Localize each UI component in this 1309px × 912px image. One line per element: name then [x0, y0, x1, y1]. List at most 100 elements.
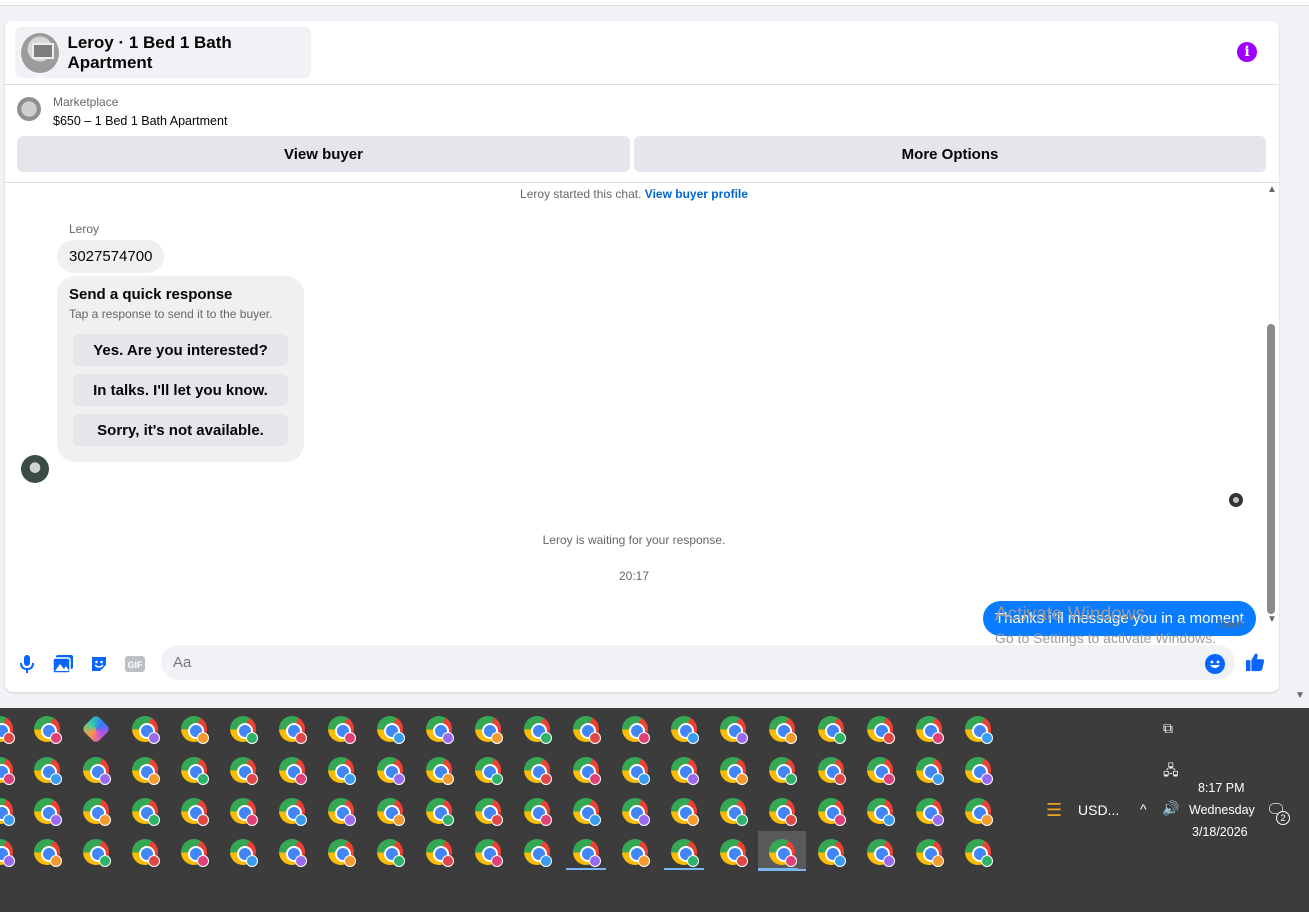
scroll-up-arrow-icon[interactable]: ▲ — [1267, 184, 1277, 195]
chrome-profile-icon[interactable] — [622, 716, 650, 744]
conversation-title-button[interactable]: Leroy · 1 Bed 1 Bath Apartment — [15, 27, 311, 78]
chrome-profile-icon[interactable] — [426, 798, 454, 826]
chrome-profile-icon[interactable] — [0, 716, 15, 744]
chrome-profile-icon[interactable] — [83, 798, 111, 826]
network-icon[interactable]: 🖧 — [1163, 760, 1179, 784]
chrome-profile-icon[interactable] — [475, 798, 503, 826]
emoji-icon[interactable] — [1205, 654, 1225, 674]
chrome-profile-icon[interactable] — [671, 716, 699, 744]
chrome-profile-icon[interactable] — [965, 798, 993, 826]
microphone-icon[interactable] — [17, 654, 37, 674]
chrome-profile-icon[interactable] — [818, 757, 846, 785]
scroll-down-arrow-icon[interactable]: ▼ — [1267, 614, 1277, 625]
chrome-profile-icon[interactable] — [132, 798, 160, 826]
chrome-profile-icon[interactable] — [573, 839, 601, 867]
chrome-profile-icon[interactable] — [132, 757, 160, 785]
clock-time[interactable]: 8:17 PM — [1198, 781, 1245, 795]
chrome-profile-icon[interactable] — [671, 798, 699, 826]
chrome-profile-icon[interactable] — [230, 798, 258, 826]
chrome-profile-icon[interactable] — [671, 839, 699, 867]
chrome-profile-icon[interactable] — [622, 798, 650, 826]
chrome-profile-icon[interactable] — [475, 839, 503, 867]
chrome-profile-icon[interactable] — [426, 757, 454, 785]
message-scrollbar[interactable]: ▲ ▼ — [1263, 184, 1279, 640]
chevron-up-icon[interactable]: ^ — [1140, 801, 1147, 817]
view-buyer-profile-link[interactable]: View buyer profile — [645, 187, 748, 201]
chrome-profile-icon[interactable] — [524, 839, 552, 867]
info-icon[interactable]: i — [1237, 42, 1257, 62]
chrome-profile-icon[interactable] — [377, 798, 405, 826]
chrome-profile-icon[interactable] — [867, 798, 895, 826]
chrome-profile-icon[interactable] — [720, 839, 748, 867]
clock-date[interactable]: 3/18/2026 — [1192, 825, 1248, 839]
volume-icon[interactable]: 🔊 — [1162, 800, 1179, 817]
scroll-thumb[interactable] — [1267, 324, 1275, 614]
chrome-profile-icon[interactable] — [720, 716, 748, 744]
chrome-profile-icon[interactable] — [475, 757, 503, 785]
chrome-profile-icon[interactable] — [867, 716, 895, 744]
chrome-profile-icon[interactable] — [524, 798, 552, 826]
photo-icon[interactable] — [53, 654, 73, 674]
chrome-profile-icon[interactable] — [818, 716, 846, 744]
chrome-profile-icon[interactable] — [83, 757, 111, 785]
gif-icon[interactable]: GIF — [125, 654, 145, 674]
chrome-profile-icon[interactable] — [377, 839, 405, 867]
chrome-profile-icon[interactable] — [279, 716, 307, 744]
copilot-icon[interactable] — [81, 714, 111, 744]
chrome-profile-icon[interactable] — [769, 716, 797, 744]
page-scroll-down-icon[interactable]: ▼ — [1295, 690, 1305, 701]
quick-response-option[interactable]: In talks. I'll let you know. — [73, 374, 288, 406]
chrome-profile-icon[interactable] — [475, 716, 503, 744]
chrome-profile-icon[interactable] — [181, 798, 209, 826]
chrome-profile-icon[interactable] — [132, 716, 160, 744]
chrome-profile-icon[interactable] — [573, 798, 601, 826]
currency-widget[interactable]: USD... — [1078, 802, 1119, 818]
chrome-profile-icon[interactable] — [916, 839, 944, 867]
chrome-profile-icon[interactable] — [769, 798, 797, 826]
chrome-profile-icon[interactable] — [0, 798, 15, 826]
view-buyer-button[interactable]: View buyer — [17, 136, 630, 172]
chrome-profile-icon[interactable] — [230, 757, 258, 785]
quick-response-option[interactable]: Yes. Are you interested? — [73, 334, 288, 366]
chrome-profile-icon[interactable] — [328, 798, 356, 826]
chrome-profile-icon[interactable] — [720, 798, 748, 826]
chrome-profile-icon[interactable] — [671, 757, 699, 785]
chrome-profile-icon[interactable] — [769, 839, 797, 867]
chrome-profile-icon[interactable] — [377, 757, 405, 785]
chrome-profile-icon[interactable] — [279, 757, 307, 785]
chrome-profile-icon[interactable] — [328, 839, 356, 867]
chrome-profile-icon[interactable] — [916, 716, 944, 744]
chrome-profile-icon[interactable] — [328, 716, 356, 744]
sender-avatar[interactable] — [21, 455, 49, 483]
chrome-profile-icon[interactable] — [965, 716, 993, 744]
sticker-icon[interactable] — [89, 654, 109, 674]
chrome-profile-icon[interactable] — [279, 839, 307, 867]
chrome-profile-icon[interactable] — [34, 839, 62, 867]
chrome-profile-icon[interactable] — [181, 839, 209, 867]
chrome-profile-icon[interactable] — [916, 798, 944, 826]
chrome-profile-icon[interactable] — [573, 716, 601, 744]
chrome-profile-icon[interactable] — [377, 716, 405, 744]
chrome-profile-icon[interactable] — [328, 757, 356, 785]
chrome-profile-icon[interactable] — [622, 839, 650, 867]
quick-response-option[interactable]: Sorry, it's not available. — [73, 414, 288, 446]
chrome-profile-icon[interactable] — [34, 757, 62, 785]
chrome-profile-icon[interactable] — [622, 757, 650, 785]
chrome-profile-icon[interactable] — [34, 716, 62, 744]
chrome-profile-icon[interactable] — [0, 757, 15, 785]
chrome-profile-icon[interactable] — [867, 839, 895, 867]
chrome-profile-icon[interactable] — [279, 798, 307, 826]
chrome-profile-icon[interactable] — [867, 757, 895, 785]
chrome-profile-icon[interactable] — [426, 839, 454, 867]
chrome-profile-icon[interactable] — [0, 839, 15, 867]
listing-summary[interactable]: $650 – 1 Bed 1 Bath Apartment — [53, 114, 227, 128]
chrome-profile-icon[interactable] — [818, 798, 846, 826]
chrome-profile-icon[interactable] — [181, 716, 209, 744]
chrome-profile-icon[interactable] — [83, 839, 111, 867]
currency-widget-icon[interactable]: ☰ — [1046, 800, 1062, 821]
chrome-profile-icon[interactable] — [181, 757, 209, 785]
chrome-profile-icon[interactable] — [230, 839, 258, 867]
chrome-profile-icon[interactable] — [965, 839, 993, 867]
message-input[interactable] — [161, 645, 1235, 680]
thumbs-up-icon[interactable] — [1245, 652, 1265, 672]
